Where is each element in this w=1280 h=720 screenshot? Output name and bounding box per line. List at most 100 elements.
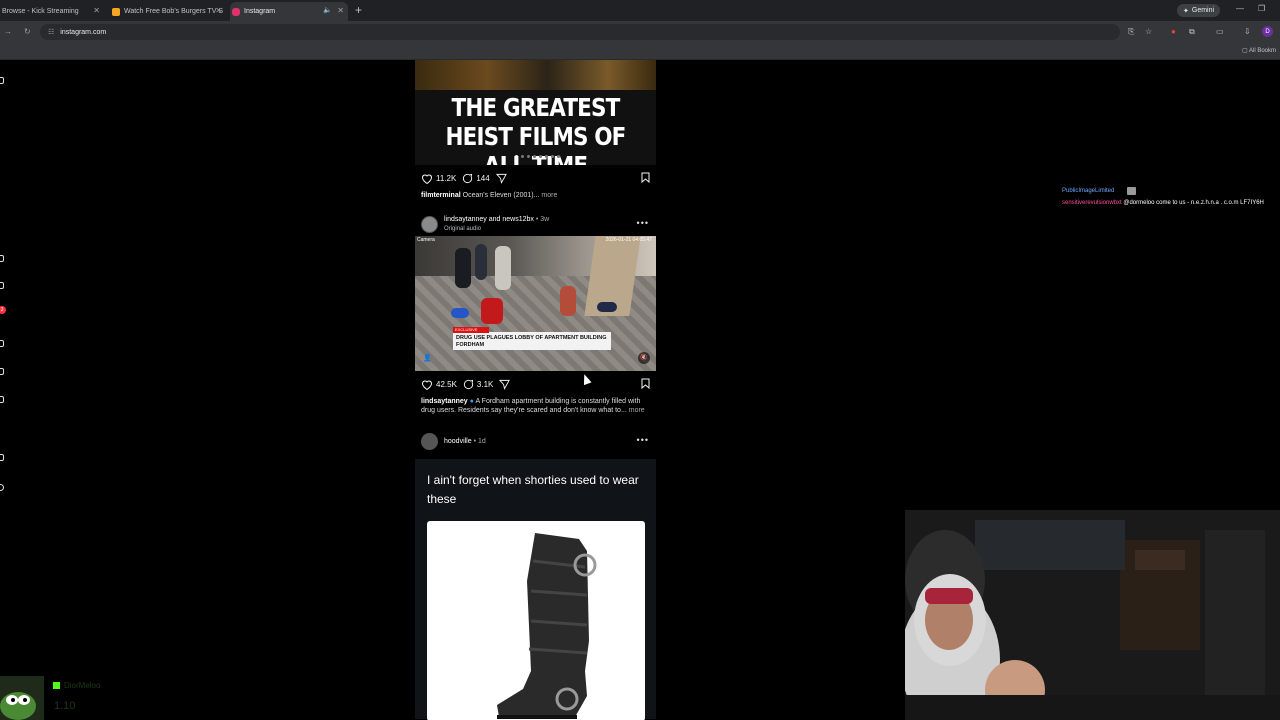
speaker-icon[interactable]: 🔈 xyxy=(323,6,332,14)
avatar[interactable] xyxy=(421,215,438,233)
downloads-icon[interactable]: ⇩ xyxy=(1244,27,1251,36)
comment-button[interactable]: 3.1K xyxy=(463,379,493,390)
kick-logo-icon xyxy=(53,682,60,689)
home-icon[interactable] xyxy=(0,255,4,262)
comment-button[interactable]: 144 xyxy=(462,173,490,184)
address-toolbar: → ↻ ☷ instagram.com ⎘ ☆ ● ⧉ ▭ ⇩ D xyxy=(0,21,1280,43)
tab-kick[interactable]: Browse - Kick Streaming ✕ xyxy=(0,2,104,21)
caption-username[interactable]: lindsaytanney xyxy=(421,398,468,405)
save-button[interactable] xyxy=(641,172,650,185)
webcam-overlay xyxy=(905,510,1280,720)
share-icon xyxy=(499,379,511,390)
maximize-icon[interactable]: ❐ xyxy=(1258,4,1265,13)
heart-icon xyxy=(421,380,433,390)
video-timestamp: 2026-01-21 04:05:47 xyxy=(605,237,652,243)
comment-count: 3.1K xyxy=(476,379,494,389)
audio-label[interactable]: Original audio xyxy=(444,226,481,232)
comment-icon xyxy=(463,173,473,183)
comment-icon xyxy=(463,379,474,389)
sidepanel-icon[interactable]: ▭ xyxy=(1216,27,1224,36)
tab-strip: Browse - Kick Streaming ✕ Watch Free Bob… xyxy=(0,0,1280,21)
forward-icon[interactable]: → xyxy=(4,27,12,36)
profile-icon[interactable] xyxy=(0,484,4,491)
author-name[interactable]: hoodville xyxy=(444,438,472,445)
chat-username: sensitiverevulsionwbxt xyxy=(1062,200,1122,206)
tagged-user-icon[interactable]: 👤 xyxy=(423,354,432,362)
close-tab-icon[interactable]: ✕ xyxy=(93,6,100,15)
bookmark-icon xyxy=(641,172,650,184)
gemini-button[interactable]: ✦ Gemini xyxy=(1177,4,1221,17)
install-app-icon[interactable]: ⎘ xyxy=(1128,27,1134,37)
post-header: hoodville • 1d ••• xyxy=(415,429,656,453)
avatar[interactable] xyxy=(421,432,438,450)
close-tab-icon[interactable]: ✕ xyxy=(337,6,344,15)
tab-title: Instagram xyxy=(244,8,276,15)
all-bookmarks-button[interactable]: ▢ All Bookm xyxy=(1242,47,1276,54)
post-header: lindsaytanney and news12bx • 3w Original… xyxy=(415,212,656,236)
bottom-streamer-name: DiorMeloo xyxy=(64,681,101,690)
feed: THE GREATEST HEIST FILMS OF ALL TIME 11.… xyxy=(415,60,656,720)
news-banner: EXCLUSIVE DRUG USE PLAGUES LOBBY OF APAR… xyxy=(453,327,611,350)
all-bookmarks-label: All Bookm xyxy=(1248,48,1276,54)
url-text: instagram.com xyxy=(60,28,107,36)
boot-image xyxy=(497,533,597,719)
chat-text: @dormeloo come to us - n.e.z.h.n.a . c.o… xyxy=(1123,200,1264,206)
url-bar[interactable]: ☷ instagram.com xyxy=(40,24,1120,40)
site-info-icon[interactable]: ☷ xyxy=(48,28,54,36)
more-options-icon[interactable]: ••• xyxy=(637,218,649,228)
post-video[interactable]: Camera 2026-01-21 04:05:47 EXCLUSIVE DRU… xyxy=(415,236,656,371)
camera-label: Camera xyxy=(417,237,435,243)
boot-photo xyxy=(427,521,645,720)
post-author: lindsaytanney and news12bx • 3w Original… xyxy=(444,215,549,234)
extensions-icon[interactable]: ⧉ xyxy=(1189,27,1195,37)
banner-text: DRUG USE PLAGUES LOBBY OF APARTMENT BUIL… xyxy=(456,335,607,348)
heart-icon xyxy=(421,174,433,184)
profile-avatar[interactable]: D xyxy=(1262,26,1273,37)
close-tab-icon[interactable]: ✕ xyxy=(215,6,222,15)
reels-icon[interactable] xyxy=(0,282,4,289)
share-button[interactable] xyxy=(495,173,507,184)
caption-username[interactable]: filmterminal xyxy=(421,192,461,199)
post-actions: 42.5K 3.1K xyxy=(415,371,656,397)
mute-icon[interactable]: 🔇 xyxy=(638,352,650,364)
create-icon[interactable] xyxy=(0,454,4,461)
tab-bobs-burgers[interactable]: Watch Free Bob's Burgers TV S ✕ xyxy=(110,2,226,21)
instagram-favicon-icon xyxy=(232,7,240,16)
new-tab-button[interactable]: + xyxy=(355,3,362,17)
banner-tag: EXCLUSIVE xyxy=(453,327,489,333)
verified-badge-icon: ● xyxy=(469,398,474,405)
save-button[interactable] xyxy=(641,378,650,391)
post-image[interactable]: I ain't forget when shorties used to wea… xyxy=(415,459,656,720)
share-button[interactable] xyxy=(499,379,511,390)
gemini-label: Gemini xyxy=(1191,7,1215,14)
chat-message: sensitiverevulsionwbxt @dormeloo come to… xyxy=(1062,199,1274,207)
post-image[interactable]: THE GREATEST HEIST FILMS OF ALL TIME xyxy=(415,60,656,165)
more-link[interactable]: more xyxy=(629,407,645,414)
bookmarks-bar: ▢ All Bookm xyxy=(0,43,1280,60)
minimize-icon[interactable]: — xyxy=(1236,4,1244,13)
movie-collage xyxy=(415,60,656,90)
share-icon xyxy=(495,173,507,184)
like-button[interactable]: 11.2K xyxy=(421,173,456,184)
chat-username: PublicImageLimited xyxy=(1062,188,1115,194)
post-author: hoodville • 1d xyxy=(444,437,486,446)
bookmark-star-icon[interactable]: ☆ xyxy=(1145,27,1152,36)
instagram-logo-icon[interactable] xyxy=(0,77,4,84)
reload-icon[interactable]: ↻ xyxy=(24,27,31,36)
explore-icon[interactable] xyxy=(0,368,4,375)
more-link[interactable]: more xyxy=(541,192,557,199)
post-actions: 11.2K 144 xyxy=(415,165,656,191)
streamer-webcam xyxy=(905,510,1280,720)
caption-text: Ocean's Eleven (2001)... xyxy=(462,192,540,199)
chat-badge-icon xyxy=(1127,187,1136,195)
post-time: • 3w xyxy=(535,215,550,223)
author-names[interactable]: lindsaytanney and news12bx xyxy=(444,216,534,223)
more-options-icon[interactable]: ••• xyxy=(637,435,649,445)
tab-instagram[interactable]: Instagram 🔈 ✕ xyxy=(230,2,348,21)
messages-icon[interactable] xyxy=(0,396,4,403)
comment-count: 144 xyxy=(476,173,490,183)
like-button[interactable]: 42.5K xyxy=(421,379,457,390)
search-icon[interactable] xyxy=(0,340,4,347)
tweet-text: I ain't forget when shorties used to wea… xyxy=(427,473,639,506)
extension-record-icon[interactable]: ● xyxy=(1171,27,1176,36)
